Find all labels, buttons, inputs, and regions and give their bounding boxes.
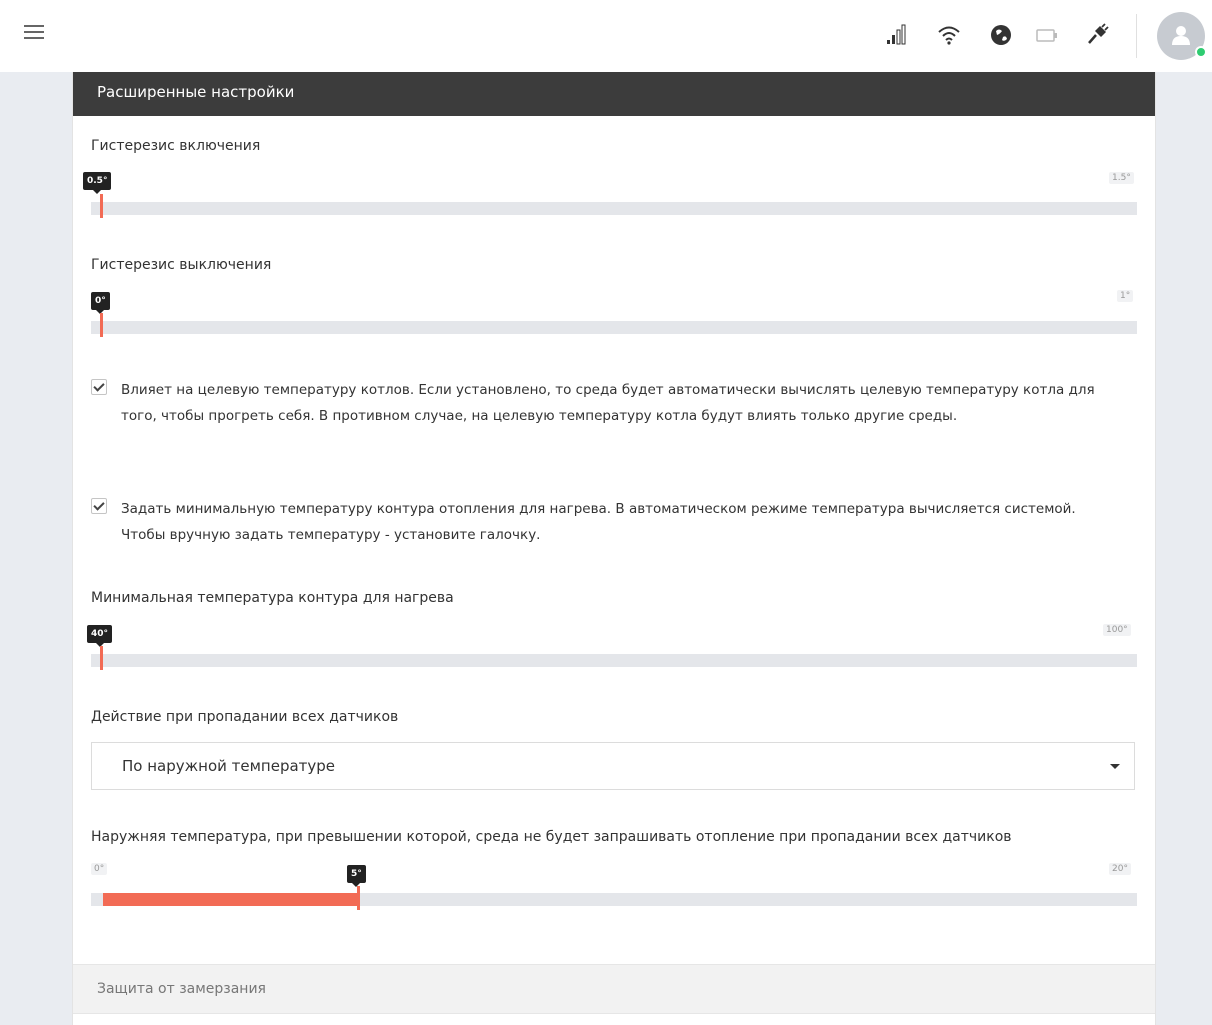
signal-icon [887, 24, 906, 45]
set-min-temp-checkbox[interactable] [91, 498, 107, 514]
sensor-loss-select[interactable]: По наружной температуре [91, 742, 1135, 790]
sensor-loss-label: Действие при пропадании всех датчиков [91, 709, 399, 725]
plug-icon [1088, 23, 1109, 44]
affect-target-checkbox[interactable] [91, 379, 107, 395]
topbar-divider [1136, 14, 1137, 58]
min-circuit-temp-handle[interactable] [100, 646, 103, 670]
on-hysteresis-track[interactable] [91, 202, 1137, 215]
panel-title[interactable]: Расширенные настройки [73, 72, 1155, 116]
globe-icon [991, 25, 1011, 45]
off-hysteresis-handle[interactable] [100, 313, 103, 337]
on-hysteresis-max: 1.5° [1109, 172, 1134, 184]
on-hysteresis-label: Гистерезис включения [91, 138, 261, 154]
on-hysteresis-value: 0.5° [83, 172, 112, 194]
battery-icon [1036, 29, 1057, 42]
off-hysteresis-label: Гистерезис выключения [91, 257, 272, 273]
on-hysteresis-handle[interactable] [100, 194, 103, 218]
advanced-settings-panel: Расширенные настройки Гистерезис включен… [72, 72, 1156, 1025]
outdoor-temp-min: 0° [91, 863, 108, 875]
freeze-protection-section[interactable]: Защита от замерзания [73, 964, 1155, 1014]
set-min-temp-text: Задать минимальную температуру контура о… [121, 501, 1076, 543]
off-hysteresis-max: 1° [1117, 290, 1134, 302]
off-hysteresis-track[interactable] [91, 321, 1137, 334]
off-hysteresis-value: 0° [91, 292, 110, 314]
outdoor-temp-fill [103, 893, 358, 906]
outdoor-temp-value: 5° [347, 865, 366, 887]
freeze-protection-title: Защита от замерзания [97, 981, 266, 997]
outdoor-temp-label: Наружняя температура, при превышении кот… [91, 829, 1012, 845]
min-circuit-temp-label: Минимальная температура контура для нагр… [91, 590, 454, 606]
sensor-loss-selected: По наружной температуре [122, 757, 336, 775]
min-circuit-temp-max: 100° [1103, 624, 1131, 636]
chevron-down-icon [1110, 764, 1120, 769]
menu-icon[interactable] [24, 25, 44, 41]
online-status-dot [1195, 46, 1207, 58]
outdoor-temp-handle[interactable] [357, 886, 360, 910]
top-bar [0, 0, 1212, 72]
min-circuit-temp-value: 40° [87, 625, 113, 647]
affect-target-text: Влияет на целевую температуру котлов. Ес… [121, 382, 1095, 424]
wifi-icon [938, 26, 960, 45]
min-circuit-temp-track[interactable] [91, 654, 1137, 667]
avatar[interactable] [1157, 12, 1207, 60]
outdoor-temp-max: 20° [1109, 863, 1131, 875]
